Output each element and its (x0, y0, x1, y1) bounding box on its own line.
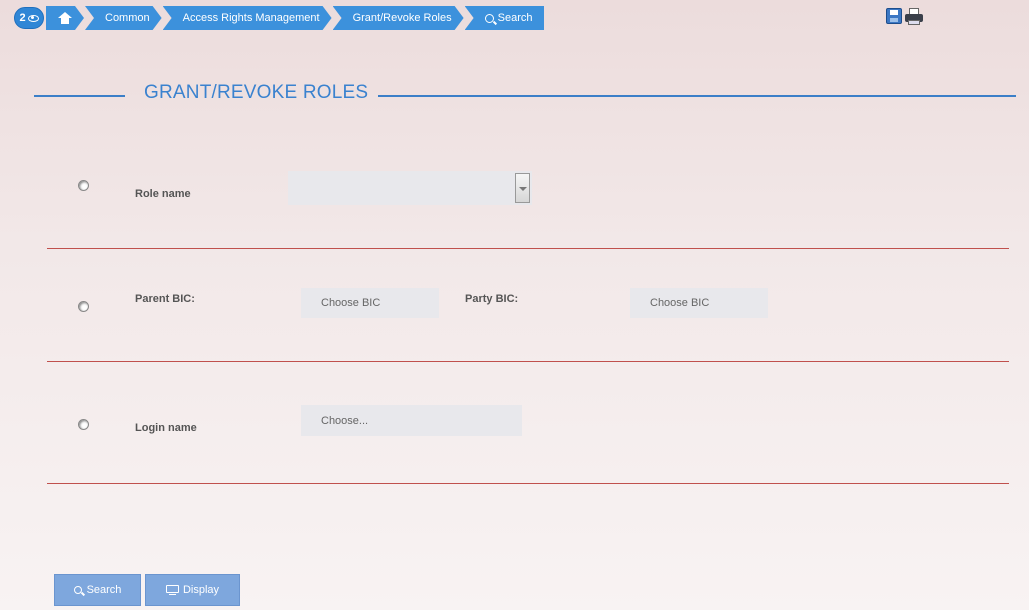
display-button-label: Display (182, 584, 220, 596)
breadcrumb-item-grant-revoke[interactable]: Grant/Revoke Roles (333, 6, 464, 30)
row-divider (47, 483, 1009, 484)
login-name-radio[interactable] (78, 419, 89, 430)
monitor-icon (165, 584, 179, 596)
party-bic-field[interactable]: Choose BIC (630, 288, 768, 318)
breadcrumb-item-search[interactable]: Search (464, 6, 545, 30)
save-icon[interactable] (886, 8, 902, 24)
breadcrumb-item-access-rights[interactable]: Access Rights Management (163, 6, 332, 30)
watch-badge[interactable]: 2 (14, 7, 44, 29)
role-name-radio[interactable] (78, 180, 89, 191)
eye-icon (27, 14, 39, 22)
breadcrumb-label: Common (105, 12, 150, 24)
role-name-label: Role name (135, 188, 191, 200)
print-icon[interactable] (904, 8, 924, 26)
toolbar (886, 8, 924, 26)
breadcrumb-label: Access Rights Management (182, 12, 320, 24)
search-icon (484, 13, 494, 23)
display-button[interactable]: Display (145, 574, 240, 606)
row-divider (47, 361, 1009, 362)
title-rule-left (34, 95, 125, 97)
search-icon (73, 586, 82, 594)
home-icon (58, 12, 72, 24)
breadcrumb-label: Search (497, 12, 533, 24)
breadcrumb-label: Grant/Revoke Roles (352, 12, 452, 24)
party-bic-label: Party BIC: (465, 293, 519, 305)
login-name-field[interactable]: Choose... (301, 405, 522, 436)
parent-bic-label: Parent BIC: (135, 293, 195, 305)
role-name-select[interactable] (288, 171, 532, 205)
row-divider (47, 248, 1009, 249)
breadcrumb-item-common[interactable]: Common (85, 6, 162, 30)
breadcrumb: 2 Common Access Rights Management Grant/… (14, 6, 545, 30)
search-button[interactable]: Search (54, 574, 141, 606)
parent-bic-field[interactable]: Choose BIC (301, 288, 439, 318)
chevron-down-icon[interactable] (515, 173, 530, 203)
breadcrumb-home[interactable] (46, 6, 84, 30)
title-rule-right (378, 95, 1016, 97)
bic-radio[interactable] (78, 301, 89, 312)
search-button-label: Search (86, 584, 122, 596)
login-name-label: Login name (135, 422, 197, 434)
badge-count: 2 (19, 12, 26, 24)
page-title: GRANT/REVOKE ROLES (144, 82, 369, 103)
